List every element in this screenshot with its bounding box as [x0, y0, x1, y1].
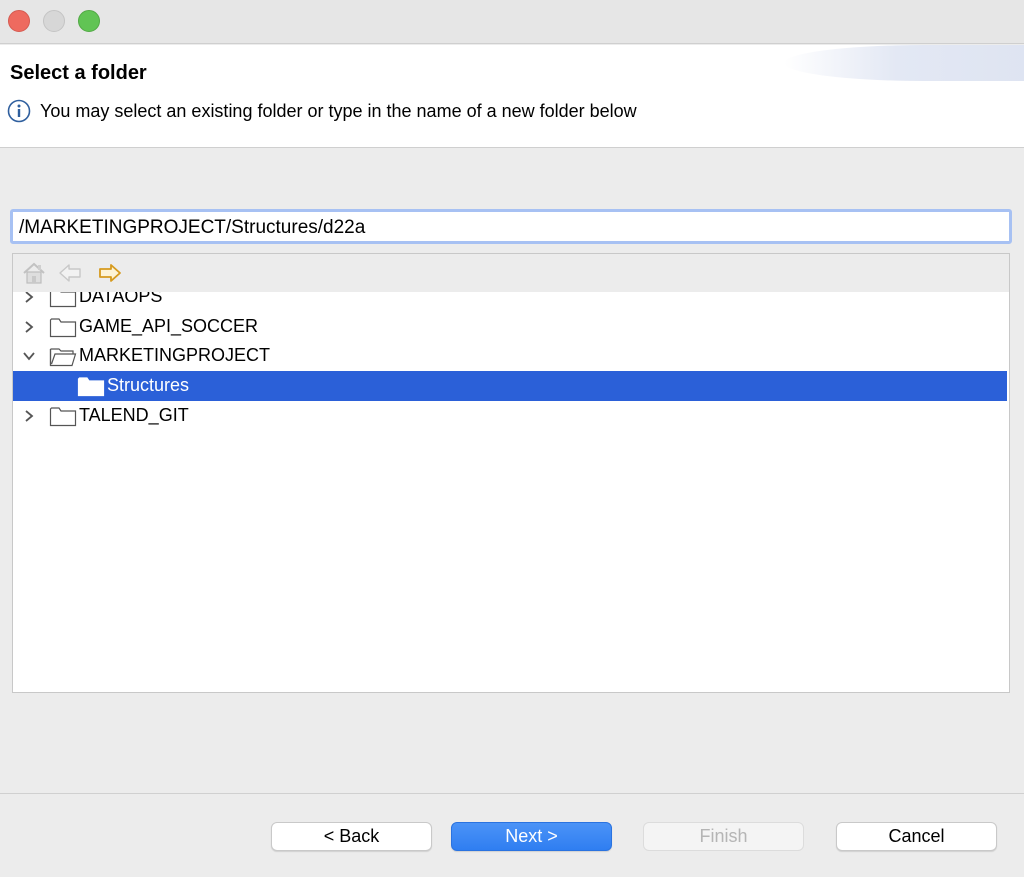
folder-icon — [49, 318, 77, 338]
tree-item-label: MARKETINGPROJECT — [79, 345, 271, 365]
maximize-window-button[interactable] — [78, 10, 100, 32]
back-arrow-icon[interactable] — [57, 261, 83, 285]
dialog-header: Select a folder You may select an existi… — [0, 45, 1024, 148]
chevron-down-icon[interactable] — [21, 348, 37, 364]
folder-icon — [49, 292, 77, 308]
folder-tree-panel: DATAOPS GAME_API_SOCCER MARKETINGPROJECT — [12, 253, 1010, 693]
header-banner-graphic — [784, 45, 1024, 81]
chevron-right-icon[interactable] — [21, 408, 37, 424]
tree-item-label: TALEND_GIT — [79, 405, 189, 425]
cancel-button[interactable]: Cancel — [836, 822, 997, 851]
dialog-message: You may select an existing folder or typ… — [40, 101, 637, 121]
tree-item-label: Structures — [107, 375, 190, 395]
chevron-right-icon[interactable] — [21, 292, 37, 305]
dialog-title: Select a folder — [10, 62, 147, 84]
tree-item-dataops[interactable]: DATAOPS — [13, 292, 1007, 312]
home-icon[interactable] — [21, 261, 47, 285]
footer-separator — [0, 793, 1024, 794]
tree-item-talend-git[interactable]: TALEND_GIT — [13, 401, 1007, 431]
folder-icon — [77, 377, 105, 397]
next-button[interactable]: Next > — [451, 822, 612, 851]
tree-item-label: GAME_API_SOCCER — [79, 316, 259, 336]
chevron-right-icon[interactable] — [21, 319, 37, 335]
finish-button[interactable]: Finish — [643, 822, 804, 851]
folder-tree: DATAOPS GAME_API_SOCCER MARKETINGPROJECT — [13, 292, 1009, 692]
close-window-button[interactable] — [8, 10, 30, 32]
tree-item-game-api-soccer[interactable]: GAME_API_SOCCER — [13, 312, 1007, 342]
folder-icon — [49, 407, 77, 427]
minimize-window-button[interactable] — [43, 10, 65, 32]
forward-arrow-icon[interactable] — [97, 261, 123, 285]
back-button[interactable]: < Back — [271, 822, 432, 851]
info-icon — [7, 99, 31, 123]
tree-item-label: DATAOPS — [79, 292, 163, 306]
open-folder-icon — [49, 348, 77, 367]
folder-path-input[interactable] — [10, 209, 1012, 244]
tree-toolbar — [13, 254, 1009, 292]
tree-item-structures[interactable]: Structures — [13, 371, 1007, 401]
tree-item-marketingproject[interactable]: MARKETINGPROJECT — [13, 341, 1007, 371]
window-titlebar — [0, 0, 1024, 44]
